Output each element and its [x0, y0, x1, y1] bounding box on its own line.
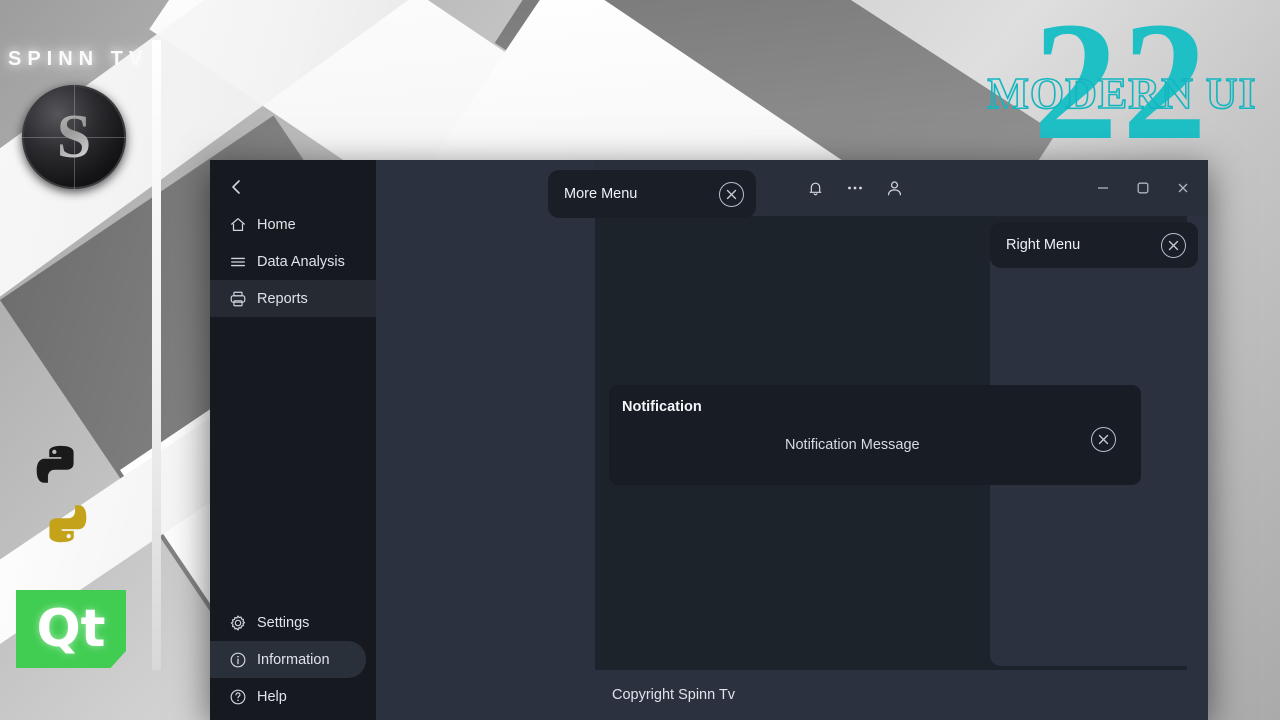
- sidebar-item-label: Information: [257, 651, 330, 668]
- logo-letter: S: [22, 85, 126, 189]
- sidebar-item-label: Settings: [257, 614, 310, 631]
- close-circle-icon[interactable]: [719, 181, 744, 207]
- sidebar-item-reports[interactable]: Reports: [210, 280, 376, 317]
- spinn-tv-wordmark: SPINN TV: [8, 48, 149, 70]
- close-circle-icon[interactable]: [1161, 232, 1186, 258]
- back-arrow-icon: [232, 180, 240, 194]
- sidebar-item-label: Help: [257, 688, 287, 705]
- title-bar-actions: [806, 178, 904, 198]
- right-menu-title: Right Menu: [1006, 237, 1081, 253]
- sidebar-item-home[interactable]: Home: [210, 206, 376, 243]
- help-icon: [228, 687, 247, 706]
- sidebar-bottom-section: Settings Information Help: [210, 604, 376, 720]
- info-icon: [228, 650, 247, 669]
- sidebar-back-button[interactable]: [216, 168, 258, 206]
- python-logo-icon: [8, 440, 116, 548]
- sidebar-item-data-analysis[interactable]: Data Analysis: [210, 243, 376, 280]
- notification-popup: Notification Notification Message: [609, 385, 1141, 485]
- footer-bar: Copyright Spinn Tv: [595, 670, 1208, 720]
- notification-bell-icon[interactable]: [806, 179, 825, 198]
- minimize-button[interactable]: [1090, 175, 1116, 201]
- notification-close-button[interactable]: [1091, 427, 1116, 452]
- right-menu-header: Right Menu: [990, 222, 1198, 268]
- sidebar-item-label: Reports: [257, 290, 308, 307]
- sidebar: Home Data Analysis Reports Settings Info…: [210, 160, 376, 720]
- list-icon: [228, 252, 247, 271]
- window-controls: [1090, 175, 1196, 201]
- sidebar-item-help[interactable]: Help: [210, 678, 376, 715]
- background-vertical-bar: [152, 40, 161, 670]
- notification-message: Notification Message: [785, 437, 920, 453]
- sidebar-item-label: Home: [257, 216, 296, 233]
- qt-logo: Qt: [16, 590, 126, 668]
- hero-text: MODERN UI: [987, 68, 1257, 119]
- more-menu-panel: More Menu: [548, 170, 756, 218]
- close-button[interactable]: [1170, 175, 1196, 201]
- modern-ui-hero-art: 22 MODERN UI: [982, 0, 1262, 166]
- application-window: Home Data Analysis Reports Settings Info…: [210, 160, 1208, 720]
- application-body: 22 22-Modern UI: [376, 160, 1208, 720]
- more-options-icon[interactable]: [845, 178, 865, 198]
- sidebar-top-section: Home Data Analysis Reports: [210, 160, 376, 317]
- notification-title: Notification: [622, 399, 702, 415]
- close-circle-icon[interactable]: [1091, 427, 1116, 452]
- home-icon: [228, 215, 247, 234]
- printer-icon: [228, 289, 247, 308]
- sidebar-item-information[interactable]: Information: [210, 641, 366, 678]
- spinn-tv-logo: S: [22, 85, 126, 189]
- maximize-button[interactable]: [1130, 175, 1156, 201]
- more-menu-title: More Menu: [564, 186, 638, 202]
- copyright-label: Copyright Spinn Tv: [612, 687, 736, 703]
- user-profile-icon[interactable]: [885, 179, 904, 198]
- sidebar-item-label: Data Analysis: [257, 253, 345, 270]
- gear-icon: [228, 613, 247, 632]
- sidebar-item-settings[interactable]: Settings: [210, 604, 376, 641]
